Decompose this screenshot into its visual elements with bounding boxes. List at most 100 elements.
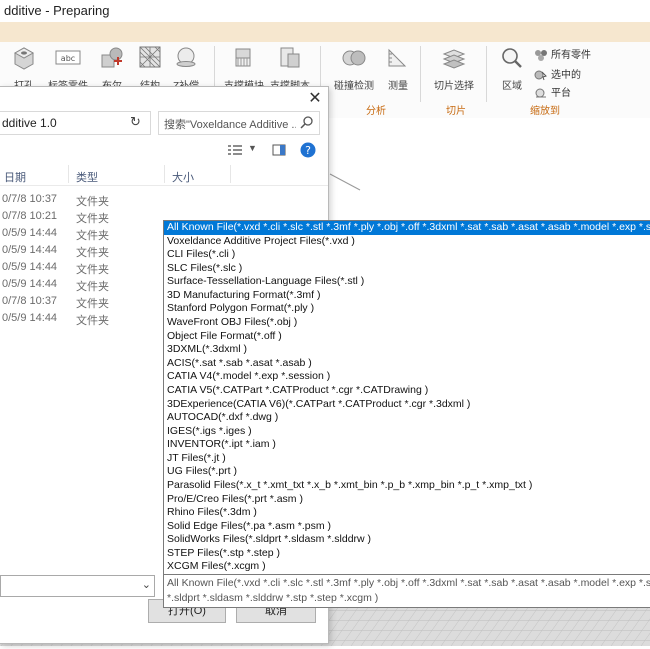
zoom-selected[interactable]: 选中的 xyxy=(534,66,581,81)
column-date[interactable]: 日期 xyxy=(4,169,26,185)
row-type: 文件夹 xyxy=(76,230,109,242)
table-row[interactable]: 0/5/9 14:44 文件夹 xyxy=(0,276,160,293)
chevron-down-icon[interactable]: ▼ xyxy=(248,143,257,153)
file-type-option[interactable]: Object File Format(*.off ) xyxy=(164,330,650,344)
selected-icon xyxy=(534,70,547,81)
column-type[interactable]: 类型 xyxy=(76,169,98,185)
table-row[interactable]: 0/5/9 14:44 文件夹 xyxy=(0,310,160,327)
help-icon[interactable]: ? xyxy=(300,142,316,158)
row-type: 文件夹 xyxy=(76,298,109,310)
file-type-option[interactable]: Surface-Tessellation-Language Files(*.st… xyxy=(164,275,650,289)
file-type-option[interactable]: 3D Manufacturing Format(*.3mf ) xyxy=(164,289,650,303)
file-type-option[interactable]: SolidWorks Files(*.sldprt *.sldasm *.sld… xyxy=(164,533,650,547)
file-type-option[interactable]: CATIA V5(*.CATPart *.CATProduct *.cgr *.… xyxy=(164,384,650,398)
label-tag-icon: abc xyxy=(55,50,81,65)
file-type-option[interactable]: SLC Files(*.slc ) xyxy=(164,262,650,276)
close-icon[interactable]: ✕ xyxy=(306,90,324,108)
file-type-option[interactable]: 3DExperience(CATIA V6)(*.CATPart *.CATPr… xyxy=(164,398,650,412)
file-type-option[interactable]: WaveFront OBJ Files(*.obj ) xyxy=(164,316,650,330)
platform-icon xyxy=(535,88,546,98)
row-date: 0/5/9 14:44 xyxy=(2,278,58,290)
search-input[interactable]: 搜索"Voxeldance Additive ... xyxy=(158,111,320,135)
file-type-option[interactable]: All Known File(*.vxd *.cli *.slc *.stl *… xyxy=(164,221,650,235)
column-size[interactable]: 大小 xyxy=(172,169,194,185)
window-title: dditive - Preparing xyxy=(4,3,110,18)
table-row[interactable]: 0/5/9 14:44 文件夹 xyxy=(0,259,160,276)
ribbon-divider xyxy=(486,46,487,102)
selected-file-type[interactable]: All Known File(*.vxd *.cli *.slc *.stl *… xyxy=(163,574,650,608)
file-type-option[interactable]: IGES(*.igs *.iges ) xyxy=(164,425,650,439)
collision-detect-button[interactable]: 碰撞检测 xyxy=(332,46,376,92)
file-type-option[interactable]: INVENTOR(*.ipt *.iam ) xyxy=(164,438,650,452)
support-module-icon xyxy=(235,48,251,67)
file-type-option[interactable]: UG Files(*.prt ) xyxy=(164,465,650,479)
row-date: 0/5/9 14:44 xyxy=(2,244,58,256)
file-type-option[interactable]: AUTOCAD(*.dxf *.dwg ) xyxy=(164,411,650,425)
z-compensation-icon xyxy=(176,47,196,67)
row-type: 文件夹 xyxy=(76,196,109,208)
row-type: 文件夹 xyxy=(76,315,109,327)
column-divider[interactable] xyxy=(68,165,69,183)
zoom-platform[interactable]: 平台 xyxy=(534,84,571,99)
zoom-area-button[interactable]: 区域 xyxy=(490,46,534,92)
slice-icon xyxy=(442,49,466,69)
table-row[interactable]: 0/7/8 10:21 文件夹 xyxy=(0,208,160,225)
row-type: 文件夹 xyxy=(76,264,109,276)
file-type-option[interactable]: 3DXML(*.3dxml ) xyxy=(164,343,650,357)
file-type-option[interactable]: STEP Files(*.stp *.step ) xyxy=(164,547,650,561)
row-date: 0/7/8 10:21 xyxy=(2,210,58,222)
row-date: 0/5/9 14:44 xyxy=(2,261,58,273)
row-type: 文件夹 xyxy=(76,213,109,225)
file-type-select[interactable]: ⌄ xyxy=(0,575,155,597)
preview-pane-icon[interactable] xyxy=(272,143,286,157)
slice-select-button[interactable]: 切片选择 xyxy=(432,46,476,92)
file-type-option[interactable]: Stanford Polygon Format(*.ply ) xyxy=(164,302,650,316)
file-type-option[interactable]: ACIS(*.sat *.sab *.asat *.asab ) xyxy=(164,357,650,371)
row-type: 文件夹 xyxy=(76,281,109,293)
file-type-option[interactable]: Parasolid Files(*.x_t *.xmt_txt *.x_b *.… xyxy=(164,479,650,493)
column-divider[interactable] xyxy=(164,165,165,183)
support-script-icon xyxy=(280,47,300,68)
selected-file-type-line1: All Known File(*.vxd *.cli *.slc *.stl *… xyxy=(167,577,650,589)
file-type-option[interactable]: JT Files(*.jt ) xyxy=(164,452,650,466)
file-type-option[interactable]: CATIA V4(*.model *.exp *.session ) xyxy=(164,370,650,384)
file-type-option[interactable]: Rhino Files(*.3dm ) xyxy=(164,506,650,520)
lattice-icon xyxy=(139,46,161,68)
boolean-icon xyxy=(101,47,123,68)
magnifier-icon xyxy=(502,48,522,68)
file-type-option[interactable]: Solid Edge Files(*.pa *.asm *.psm ) xyxy=(164,520,650,534)
table-row[interactable]: 0/7/8 10:37 文件夹 xyxy=(0,191,160,208)
chevron-down-icon: ⌄ xyxy=(141,579,151,591)
address-bar[interactable]: dditive 1.0 xyxy=(0,111,151,135)
table-row[interactable]: 0/7/8 10:37 文件夹 xyxy=(0,293,160,310)
zoom-all-parts[interactable]: 所有零件 xyxy=(534,46,591,62)
refresh-icon[interactable]: ↻ xyxy=(130,114,146,130)
file-type-dropdown: All Known File(*.vxd *.cli *.slc *.stl *… xyxy=(163,220,650,575)
view-list-icon[interactable] xyxy=(228,144,242,156)
column-divider[interactable] xyxy=(230,165,231,183)
row-date: 0/7/8 10:37 xyxy=(2,193,58,205)
title-bar: dditive - Preparing xyxy=(0,0,650,22)
row-type: 文件夹 xyxy=(76,247,109,259)
file-type-option[interactable]: Pro/E/Creo Files(*.prt *.asm ) xyxy=(164,493,650,507)
group-zoom-label: 缩放到 xyxy=(530,106,560,117)
row-date: 0/7/8 10:37 xyxy=(2,295,58,307)
search-placeholder: 搜索"Voxeldance Additive ... xyxy=(164,119,296,131)
table-row[interactable]: 0/5/9 14:44 文件夹 xyxy=(0,225,160,242)
group-analysis-label: 分析 xyxy=(366,106,386,117)
file-list-header: 日期 类型 大小 xyxy=(0,163,328,186)
search-icon[interactable] xyxy=(300,115,314,129)
view-options: ▼ ? xyxy=(228,141,320,161)
file-type-option[interactable]: XCGM Files(*.xcgm ) xyxy=(164,560,650,574)
menu-bar xyxy=(0,22,650,42)
collision-icon xyxy=(342,50,366,66)
table-row[interactable]: 0/5/9 14:44 文件夹 xyxy=(0,242,160,259)
group-slice-label: 切片 xyxy=(446,106,466,117)
measure-button[interactable]: 测量 xyxy=(376,46,420,92)
address-path: dditive 1.0 xyxy=(2,116,57,130)
svg-text:?: ? xyxy=(305,144,311,157)
file-type-option[interactable]: Voxeldance Additive Project Files(*.vxd … xyxy=(164,235,650,249)
file-type-option[interactable]: CLI Files(*.cli ) xyxy=(164,248,650,262)
ribbon-divider xyxy=(420,46,421,102)
cube-hole-icon xyxy=(13,47,35,70)
